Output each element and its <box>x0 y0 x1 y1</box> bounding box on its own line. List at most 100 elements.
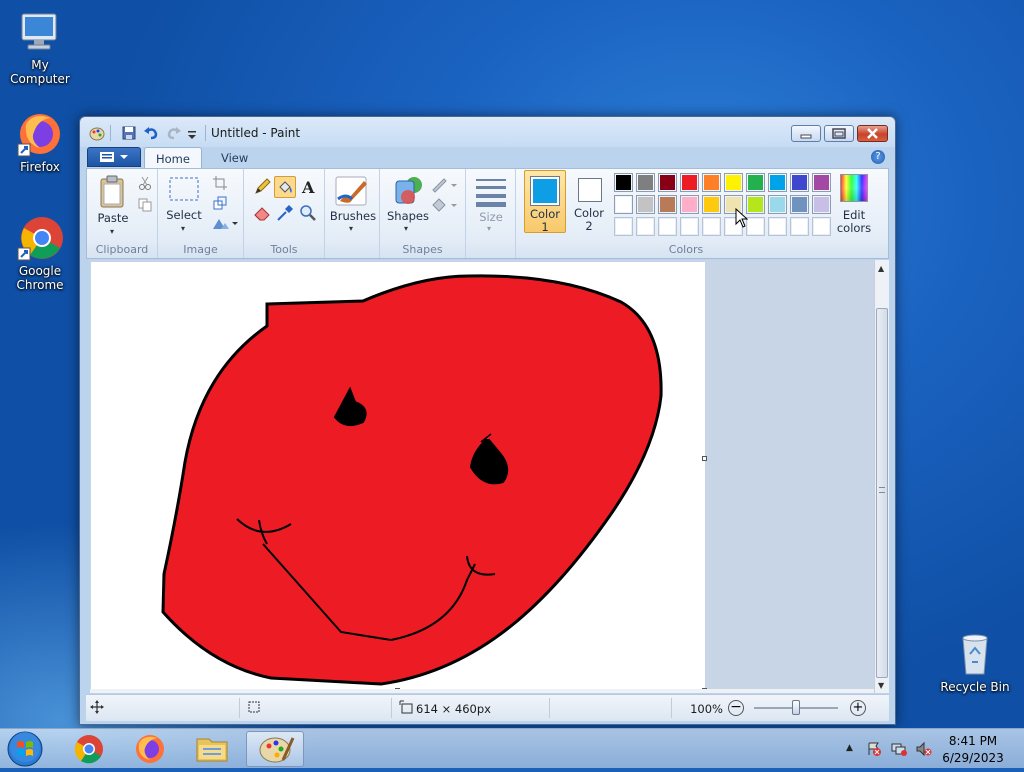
rotate-icon[interactable] <box>210 213 240 233</box>
custom-color-slot[interactable] <box>790 217 809 236</box>
taskbar-explorer-icon[interactable] <box>185 731 239 767</box>
zoom-out-button[interactable]: − <box>728 700 744 716</box>
eraser-icon[interactable] <box>252 203 272 223</box>
palette-swatch[interactable] <box>702 195 721 214</box>
close-button[interactable] <box>857 125 888 142</box>
fill-icon[interactable] <box>430 195 458 215</box>
cut-icon[interactable] <box>135 173 155 193</box>
palette-swatch[interactable] <box>790 173 809 192</box>
redo-icon[interactable] <box>166 125 182 141</box>
brushes-button[interactable]: Brushes ▾ <box>330 175 376 235</box>
paint-menu-button[interactable] <box>87 147 141 167</box>
edit-colors-button[interactable]: Edit colors <box>834 172 874 236</box>
desktop-icon-my-computer[interactable]: My Computer <box>0 8 80 86</box>
recycle-bin-icon <box>951 630 999 678</box>
crop-icon[interactable] <box>210 173 230 193</box>
select-button[interactable]: Select ▾ <box>164 175 204 233</box>
title-bar[interactable]: Untitled - Paint <box>80 117 895 147</box>
drawing-canvas[interactable] <box>91 262 705 690</box>
magnifier-icon[interactable] <box>298 203 318 223</box>
clock-date[interactable]: 6/29/2023 <box>940 751 1006 765</box>
color1-label-line2: 1 <box>541 220 549 234</box>
paint-app-icon[interactable] <box>89 125 105 141</box>
paint-window: Untitled - Paint Home View ? Paste ▾ Cli… <box>79 116 896 725</box>
palette-swatch[interactable] <box>768 195 787 214</box>
clock-time[interactable]: 8:41 PM <box>940 734 1006 748</box>
tab-home[interactable]: Home <box>144 147 202 169</box>
taskbar-firefox-icon[interactable] <box>123 731 177 767</box>
brushes-group: Brushes ▾ <box>325 169 380 258</box>
window-title: Untitled - Paint <box>211 126 301 140</box>
shapes-group: Shapes ▾ Shapes <box>380 169 466 258</box>
palette-swatch[interactable] <box>658 195 677 214</box>
shapes-label: Shapes <box>386 209 429 223</box>
palette-swatch[interactable] <box>636 173 655 192</box>
color-picker-icon[interactable] <box>275 203 295 223</box>
color1-fill <box>533 179 557 203</box>
fill-with-color-icon[interactable] <box>274 176 296 198</box>
zoom-in-button[interactable]: + <box>850 700 866 716</box>
taskbar-paint-icon[interactable] <box>246 731 304 767</box>
palette-swatch[interactable] <box>768 173 787 192</box>
save-icon[interactable] <box>121 125 137 141</box>
group-label-tools: Tools <box>270 243 298 256</box>
palette-swatch[interactable] <box>636 195 655 214</box>
palette-swatch[interactable] <box>658 173 677 192</box>
palette-swatch[interactable] <box>746 173 765 192</box>
paste-button[interactable]: Paste ▾ <box>95 175 131 236</box>
custom-color-slot[interactable] <box>658 217 677 236</box>
outline-icon[interactable] <box>430 175 458 195</box>
canvas-resize-handle-right[interactable] <box>702 456 707 461</box>
custom-color-slot[interactable] <box>768 217 787 236</box>
quick-access-dropdown-icon[interactable] <box>186 125 202 141</box>
shapes-button[interactable]: Shapes ▾ <box>386 175 430 235</box>
scroll-up-icon[interactable]: ▲ <box>878 264 884 273</box>
custom-color-slot[interactable] <box>702 217 721 236</box>
computer-icon <box>16 8 64 56</box>
palette-swatch[interactable] <box>614 195 633 214</box>
image-group: Select ▾ Image <box>158 169 244 258</box>
palette-swatch[interactable] <box>614 173 633 192</box>
palette-swatch[interactable] <box>790 195 809 214</box>
pencil-icon[interactable] <box>252 177 272 197</box>
scroll-thumb[interactable] <box>876 308 888 678</box>
palette-swatch[interactable] <box>812 173 831 192</box>
volume-muted-icon[interactable] <box>915 741 933 760</box>
copy-icon[interactable] <box>135 195 155 215</box>
select-dropdown-icon: ▾ <box>181 224 186 233</box>
color2-label-line1: Color <box>573 206 605 220</box>
vertical-scrollbar[interactable]: ▲ ▼ <box>874 260 889 693</box>
start-button[interactable] <box>4 729 46 769</box>
tab-view[interactable]: View <box>210 147 259 169</box>
palette-swatch[interactable] <box>812 195 831 214</box>
show-hidden-icons-icon[interactable]: ▲ <box>846 743 853 753</box>
resize-icon[interactable] <box>210 193 230 213</box>
chrome-icon <box>16 214 64 262</box>
palette-swatch[interactable] <box>724 173 743 192</box>
palette-swatch[interactable] <box>680 195 699 214</box>
size-button[interactable]: Size ▾ <box>472 177 510 235</box>
ribbon-tabs: Home View ? <box>86 147 889 169</box>
minimize-button[interactable] <box>791 125 821 142</box>
color1-button[interactable]: Color 1 <box>524 170 566 234</box>
desktop-icon-firefox[interactable]: Firefox <box>0 110 80 174</box>
text-icon[interactable]: A <box>298 177 318 197</box>
desktop-icon-google-chrome[interactable]: Google Chrome <box>0 214 80 292</box>
palette-swatch[interactable] <box>702 173 721 192</box>
custom-color-slot[interactable] <box>614 217 633 236</box>
custom-color-slot[interactable] <box>636 217 655 236</box>
scroll-down-icon[interactable]: ▼ <box>878 681 884 690</box>
undo-icon[interactable] <box>143 125 159 141</box>
taskbar-chrome-icon[interactable] <box>62 731 116 767</box>
network-icon[interactable] <box>891 741 907 760</box>
desktop-icon-recycle-bin[interactable]: Recycle Bin <box>935 630 1015 694</box>
custom-color-slot[interactable] <box>812 217 831 236</box>
group-label-clipboard: Clipboard <box>95 243 149 256</box>
maximize-button[interactable] <box>824 125 854 142</box>
color2-button[interactable]: Color 2 <box>568 170 610 233</box>
help-icon[interactable]: ? <box>871 150 885 164</box>
zoom-slider-thumb[interactable] <box>792 700 800 715</box>
palette-swatch[interactable] <box>680 173 699 192</box>
custom-color-slot[interactable] <box>680 217 699 236</box>
action-center-icon[interactable] <box>866 741 882 760</box>
